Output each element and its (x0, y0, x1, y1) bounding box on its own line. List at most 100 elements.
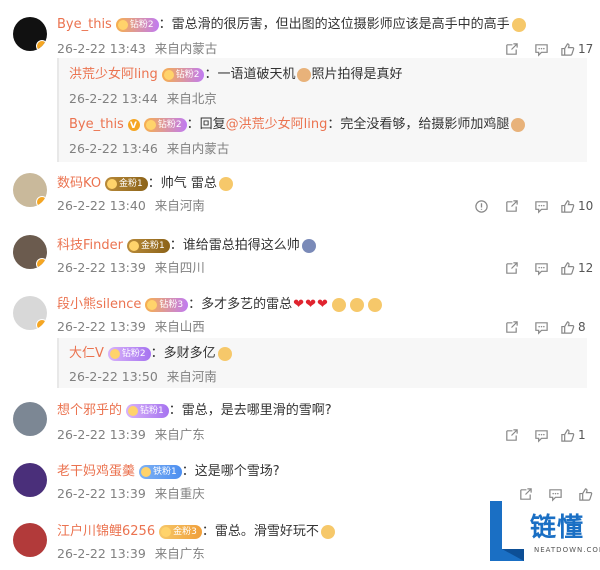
comment-icon[interactable] (526, 426, 556, 444)
comment-icon[interactable] (526, 318, 556, 336)
username[interactable]: 数码KO (57, 175, 101, 193)
timestamp: 26-2-22 13:39 (57, 260, 146, 275)
cat-emoji-icon (297, 68, 312, 82)
like-button[interactable]: 10 (556, 197, 594, 215)
comment-text: 帅气 雷总 (160, 176, 217, 191)
username[interactable]: 段小熊silence (57, 296, 141, 314)
username[interactable]: Bye_this (69, 116, 124, 134)
logo-text: 链懂 (530, 513, 585, 543)
cat-emoji-icon (511, 118, 526, 132)
verified-badge-icon (36, 319, 47, 330)
fan-badge: 钻粉2 (143, 118, 187, 132)
fan-badge: 钻粉2 (161, 68, 205, 82)
face-emoji-icon (301, 239, 316, 253)
avatar[interactable] (13, 296, 47, 330)
comment-text: 谁给雷总拍得这么帅 (182, 238, 300, 253)
comment-text: 雷总滑的很厉害，但出图的这位摄影师应该是高手中的高手 (171, 17, 510, 32)
like-button[interactable]: 1 (556, 426, 594, 444)
logo-l-mark-icon (490, 501, 524, 561)
laugh-emoji-icon (349, 298, 364, 312)
avatar[interactable] (13, 173, 47, 207)
reply-text: 完全没看够，给摄影师加鸡腿 (340, 117, 510, 132)
timestamp: 26-2-22 13:46 (69, 141, 158, 156)
avatar[interactable] (13, 235, 47, 269)
username[interactable]: 洪荒少女阿ling (69, 66, 158, 84)
reply-list: 大仁V 钻粉2 ： 多财多亿 26-2-22 13:50 来自河南 (57, 338, 587, 388)
timestamp: 26-2-22 13:44 (69, 91, 158, 106)
share-icon[interactable] (496, 40, 526, 58)
location: 来自重庆 (154, 486, 205, 501)
timestamp: 26-2-22 13:40 (57, 198, 146, 213)
like-button[interactable]: 17 (556, 40, 594, 58)
thumbs-up-icon (561, 261, 575, 275)
timestamp: 26-2-22 13:50 (69, 369, 158, 384)
like-button[interactable]: 12 (556, 259, 594, 277)
username[interactable]: Bye_this (57, 16, 112, 34)
thumbs-up-icon (561, 199, 575, 213)
username[interactable]: 科技Finder (57, 237, 123, 255)
reply-list: 洪荒少女阿ling 钻粉2 ： 一语道破天机 照片拍得是真好 26-2-22 1… (57, 58, 587, 162)
thumbs-up-icon (561, 320, 575, 334)
username[interactable]: 想个邪乎的 (57, 402, 122, 420)
timestamp: 26-2-22 13:39 (57, 427, 146, 442)
grin-emoji-icon (218, 177, 233, 191)
heart-emoji-icon: ❤ (305, 297, 316, 312)
location: 来自内蒙古 (166, 141, 230, 156)
laugh-emoji-icon (367, 298, 382, 312)
fan-badge: 金粉1 (126, 239, 170, 253)
heart-emoji-icon: ❤ (316, 297, 328, 312)
reply-text: 多财多亿 (163, 346, 216, 361)
fan-badge: 钻粉3 (145, 298, 189, 312)
verified-badge-icon (36, 40, 47, 51)
verified-badge-icon (36, 258, 47, 269)
username[interactable]: 大仁V (69, 345, 104, 363)
like-count: 17 (578, 42, 594, 56)
fan-badge: 钻粉1 (126, 404, 169, 418)
timestamp: 26-2-22 13:39 (57, 546, 146, 561)
comment-text: 雷总，是去哪里滑的雪啊? (181, 403, 332, 418)
fan-badge: 钻粉2 (115, 18, 159, 32)
mention-link[interactable]: @洪荒少女阿ling (226, 116, 328, 134)
like-count: 10 (578, 199, 594, 213)
comment-icon[interactable] (526, 259, 556, 277)
share-icon[interactable] (496, 318, 526, 336)
like-count: 1 (578, 428, 586, 442)
verified-badge-icon (36, 196, 47, 207)
comment-icon[interactable] (526, 40, 556, 58)
verified-icon (127, 117, 140, 135)
money-emoji-icon (217, 347, 232, 361)
timestamp: 26-2-22 13:43 (57, 41, 146, 56)
avatar[interactable] (13, 17, 47, 51)
comment-text: 这是哪个雪场? (194, 464, 280, 479)
share-icon[interactable] (496, 197, 526, 215)
location: 来自山西 (154, 319, 205, 334)
fan-badge: 金粉3 (159, 525, 202, 539)
share-icon[interactable] (496, 426, 526, 444)
comment-text: 多才多艺的雷总 (201, 297, 293, 312)
username[interactable]: 老干妈鸡蛋羹 (57, 463, 135, 481)
location: 来自北京 (166, 91, 217, 106)
wink-emoji-icon (320, 525, 335, 539)
fan-badge: 金粉1 (105, 177, 148, 191)
username[interactable]: 江户川锦鲤6256 (57, 523, 155, 541)
location: 来自内蒙古 (154, 41, 218, 56)
laugh-emoji-icon (511, 18, 526, 32)
comment-icon[interactable] (526, 197, 556, 215)
avatar[interactable] (13, 402, 47, 436)
avatar[interactable] (13, 523, 47, 557)
like-count: 8 (578, 320, 586, 334)
location: 来自河南 (166, 369, 217, 384)
share-icon[interactable] (496, 259, 526, 277)
heart-emoji-icon: ❤ (293, 297, 305, 312)
location: 来自广东 (154, 546, 205, 561)
report-icon[interactable] (466, 197, 496, 215)
site-logo: 链懂 NEATDOWN.COM (482, 499, 600, 565)
laugh-emoji-icon (331, 298, 346, 312)
location: 来自广东 (154, 427, 205, 442)
fan-badge: 铁粉1 (139, 465, 182, 479)
location: 来自河南 (154, 198, 205, 213)
avatar[interactable] (13, 463, 47, 497)
timestamp: 26-2-22 13:39 (57, 319, 146, 334)
like-button[interactable]: 8 (556, 318, 594, 336)
logo-site: NEATDOWN.COM (534, 546, 600, 554)
